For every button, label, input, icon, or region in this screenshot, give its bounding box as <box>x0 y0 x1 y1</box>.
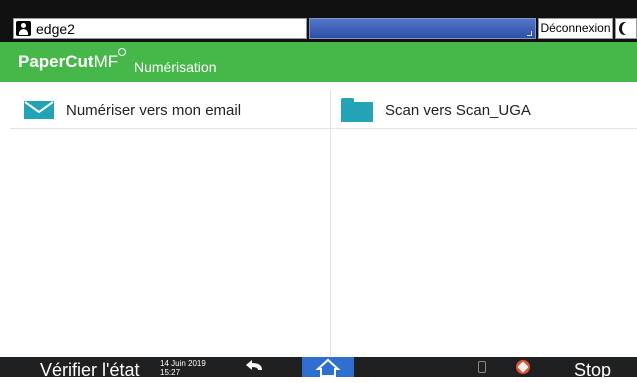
date-label: 14 Juin 2019 <box>160 359 206 368</box>
date-time: 14 Juin 2019 15:27 <box>160 359 206 377</box>
column-divider <box>330 90 331 357</box>
status-bar[interactable] <box>309 18 536 39</box>
time-label: 15:27 <box>160 368 181 377</box>
row-divider <box>10 128 637 129</box>
folder-icon <box>341 98 373 122</box>
check-status-button[interactable]: Vérifier l'état <box>40 357 139 383</box>
back-arrow-icon <box>246 360 262 370</box>
logo-ring-icon <box>118 48 126 56</box>
moon-icon <box>622 22 633 35</box>
energy-saver-button[interactable] <box>615 18 637 39</box>
top-bar: edge2 Déconnexion <box>0 0 637 42</box>
stop-button[interactable]: Stop <box>574 357 611 383</box>
brand-suffix: MF <box>93 52 119 71</box>
scan-to-email-option[interactable]: Numériser vers mon email <box>24 94 324 126</box>
option-label: Numériser vers mon email <box>66 101 242 119</box>
memory-icon <box>478 361 486 373</box>
option-label: Scan vers Scan_UGA <box>385 101 531 119</box>
user-indicator[interactable]: edge2 <box>13 18 307 39</box>
main-panel <box>10 90 637 357</box>
stop-icon[interactable] <box>516 360 530 374</box>
page-title: Numérisation <box>134 59 217 75</box>
username-label: edge2 <box>36 21 75 37</box>
papercut-logo: PaperCutMF <box>18 48 126 72</box>
mail-icon <box>24 101 54 119</box>
user-icon <box>16 21 31 36</box>
app-header: PaperCutMF Numérisation <box>0 42 637 82</box>
scan-to-folder-option[interactable]: Scan vers Scan_UGA <box>341 94 631 126</box>
home-icon <box>315 358 341 377</box>
back-button[interactable] <box>240 357 268 377</box>
resize-corner-icon <box>527 31 532 36</box>
logout-button[interactable]: Déconnexion <box>538 18 613 39</box>
home-button[interactable] <box>302 357 354 377</box>
brand-main: PaperCut <box>18 52 94 71</box>
bottom-bar: Vérifier l'état 14 Juin 2019 15:27 Stop <box>0 357 637 380</box>
